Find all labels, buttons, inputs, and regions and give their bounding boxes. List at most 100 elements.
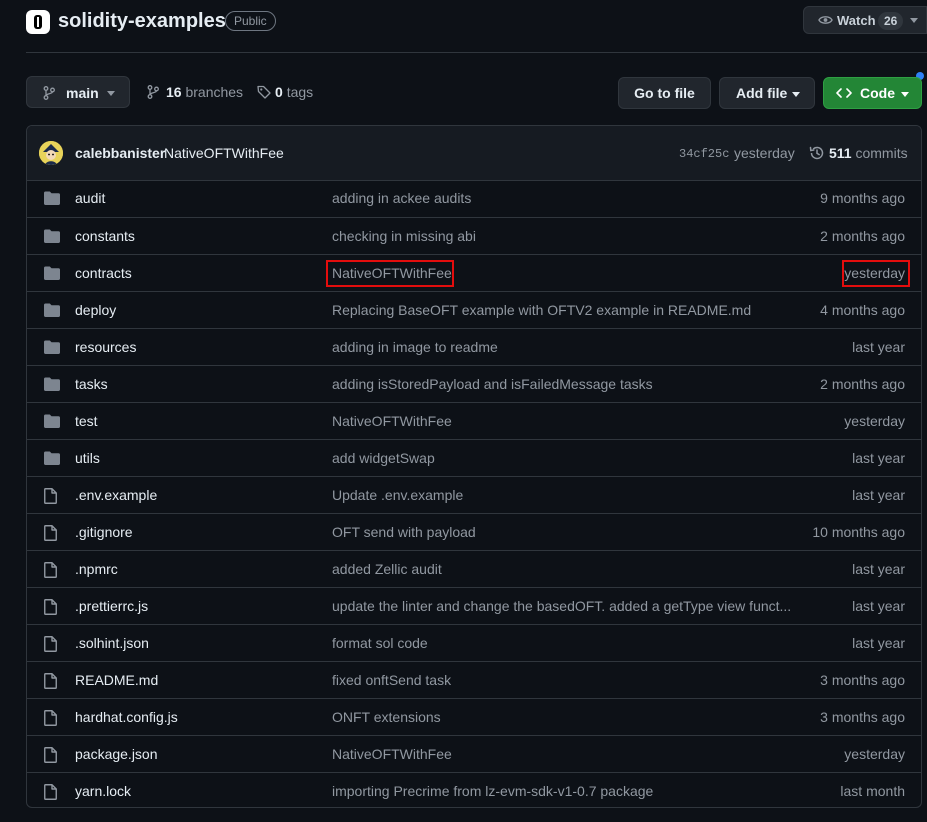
file-row[interactable]: tasks adding isStoredPayload and isFailed…	[27, 365, 921, 402]
go-to-file-button[interactable]: Go to file	[618, 77, 711, 109]
file-row[interactable]: .gitignore OFT send with payload 10 months…	[27, 513, 921, 550]
add-file-button[interactable]: Add file	[719, 77, 815, 109]
file-commit-message-link[interactable]: added Zellic audit	[332, 561, 442, 577]
tags-count: 0	[275, 84, 283, 100]
file-browser: calebbanister NativeOFTWithFee 34cf25c y…	[26, 125, 922, 808]
file-icon	[44, 747, 57, 766]
file-commit-time: last year	[852, 339, 905, 355]
file-commit-message-link[interactable]: importing Precrime from lz-evm-sdk-v1-0.…	[332, 783, 653, 799]
file-row[interactable]: README.md fixed onftSend task 3 months ago	[27, 661, 921, 698]
header-divider	[26, 52, 927, 53]
file-row[interactable]: package.json NativeOFTWithFee yesterday	[27, 735, 921, 772]
repo-header: solidity-examples Public Watch 26	[0, 0, 927, 53]
file-name-link[interactable]: .env.example	[75, 487, 157, 503]
file-commit-message-link[interactable]: ONFT extensions	[332, 709, 441, 725]
file-row[interactable]: .env.example Update .env.example last year	[27, 476, 921, 513]
file-icon	[44, 710, 57, 729]
commit-message-link[interactable]: NativeOFTWithFee	[164, 145, 284, 161]
file-row[interactable]: resources adding in image to readme last y…	[27, 328, 921, 365]
file-commit-time: yesterday	[844, 746, 905, 762]
file-name-link[interactable]: tasks	[75, 376, 108, 392]
watch-button[interactable]: Watch 26	[803, 6, 927, 34]
folder-icon	[44, 303, 60, 320]
file-commit-message-link[interactable]: Update .env.example	[332, 487, 463, 503]
file-name-link[interactable]: README.md	[75, 672, 158, 688]
folder-icon	[44, 377, 60, 394]
file-name-link[interactable]: .gitignore	[75, 524, 133, 540]
code-button[interactable]: Code	[823, 77, 922, 109]
file-commit-time: 3 months ago	[820, 709, 905, 725]
file-icon	[44, 488, 57, 507]
repo-owner-avatar[interactable]	[26, 10, 50, 34]
file-row[interactable]: yarn.lock importing Precrime from lz-evm-…	[27, 772, 921, 807]
file-name-link[interactable]: .solhint.json	[75, 635, 149, 651]
file-commit-time: yesterday	[844, 265, 905, 281]
folder-icon	[44, 266, 60, 283]
file-commit-message-link[interactable]: Replacing BaseOFT example with OFTV2 exa…	[332, 302, 751, 318]
tag-icon	[257, 85, 271, 99]
file-row[interactable]: .solhint.json format sol code last year	[27, 624, 921, 661]
file-icon	[44, 673, 57, 692]
repo-name-link[interactable]: solidity-examples	[58, 10, 226, 33]
file-row[interactable]: constants checking in missing abi 2 months…	[27, 217, 921, 254]
repo-toolbar: main 16 branches 0 tags Go to file Add f…	[0, 76, 927, 110]
git-branch-icon	[43, 86, 55, 100]
file-name-link[interactable]: resources	[75, 339, 136, 355]
file-name-link[interactable]: test	[75, 413, 98, 429]
author-avatar[interactable]	[39, 141, 63, 165]
commits-label: commits	[855, 145, 908, 161]
commit-author-link[interactable]: calebbanister	[75, 145, 165, 161]
file-row[interactable]: contracts NativeOFTWithFee yesterday	[27, 254, 921, 291]
file-commit-time: last year	[852, 561, 905, 577]
file-row[interactable]: .prettierrc.js update the linter and chan…	[27, 587, 921, 624]
file-commit-message-link[interactable]: add widgetSwap	[332, 450, 435, 466]
commits-count: 511	[829, 145, 852, 161]
file-row[interactable]: .npmrc added Zellic audit last year	[27, 550, 921, 587]
file-icon	[44, 599, 57, 618]
file-name-link[interactable]: utils	[75, 450, 100, 466]
commit-sha-link[interactable]: 34cf25c	[679, 147, 729, 161]
file-commit-time: 2 months ago	[820, 376, 905, 392]
file-name-link[interactable]: .prettierrc.js	[75, 598, 148, 614]
file-name-link[interactable]: deploy	[75, 302, 116, 318]
file-name-link[interactable]: constants	[75, 228, 135, 244]
file-name-link[interactable]: contracts	[75, 265, 132, 281]
history-icon	[809, 146, 824, 160]
file-commit-message-link[interactable]: NativeOFTWithFee	[332, 413, 452, 429]
file-row[interactable]: utils add widgetSwap last year	[27, 439, 921, 476]
add-file-label: Add file	[736, 85, 788, 101]
file-commit-message-link[interactable]: adding in image to readme	[332, 339, 498, 355]
folder-icon	[44, 191, 60, 208]
file-row[interactable]: audit adding in ackee audits 9 months ago	[27, 180, 921, 217]
eye-icon	[818, 16, 833, 24]
file-row[interactable]: hardhat.config.js ONFT extensions 3 months…	[27, 698, 921, 735]
file-commit-message-link[interactable]: adding in ackee audits	[332, 190, 471, 206]
file-name-link[interactable]: audit	[75, 190, 105, 206]
file-commit-message-link[interactable]: update the linter and change the basedOF…	[332, 598, 791, 614]
branch-selector-button[interactable]: main	[26, 76, 130, 108]
file-commit-message-link[interactable]: fixed onftSend task	[332, 672, 451, 688]
file-commit-time: last year	[852, 487, 905, 503]
file-name-link[interactable]: yarn.lock	[75, 783, 131, 799]
file-commit-message-link[interactable]: checking in missing abi	[332, 228, 476, 244]
file-commit-time: 10 months ago	[812, 524, 905, 540]
file-name-link[interactable]: package.json	[75, 746, 158, 762]
file-name-link[interactable]: .npmrc	[75, 561, 118, 577]
file-commit-message-link[interactable]: NativeOFTWithFee	[332, 746, 452, 762]
folder-icon	[44, 414, 60, 431]
latest-commit-bar: calebbanister NativeOFTWithFee 34cf25c y…	[27, 126, 921, 181]
file-row[interactable]: deploy Replacing BaseOFT example with OFT…	[27, 291, 921, 328]
file-commit-time: 9 months ago	[820, 190, 905, 206]
code-icon	[836, 88, 852, 98]
file-commit-time: yesterday	[844, 413, 905, 429]
file-commit-message-link[interactable]: adding isStoredPayload and isFailedMessa…	[332, 376, 653, 392]
chevron-down-icon	[792, 92, 800, 97]
file-name-link[interactable]: hardhat.config.js	[75, 709, 178, 725]
file-commit-message-link[interactable]: NativeOFTWithFee	[332, 265, 452, 281]
file-commit-message-link[interactable]: OFT send with payload	[332, 524, 476, 540]
branch-name: main	[66, 85, 99, 101]
file-commit-message-link[interactable]: format sol code	[332, 635, 428, 651]
branches-count: 16	[166, 84, 182, 100]
file-row[interactable]: test NativeOFTWithFee yesterday	[27, 402, 921, 439]
tags-label: tags	[286, 84, 314, 100]
